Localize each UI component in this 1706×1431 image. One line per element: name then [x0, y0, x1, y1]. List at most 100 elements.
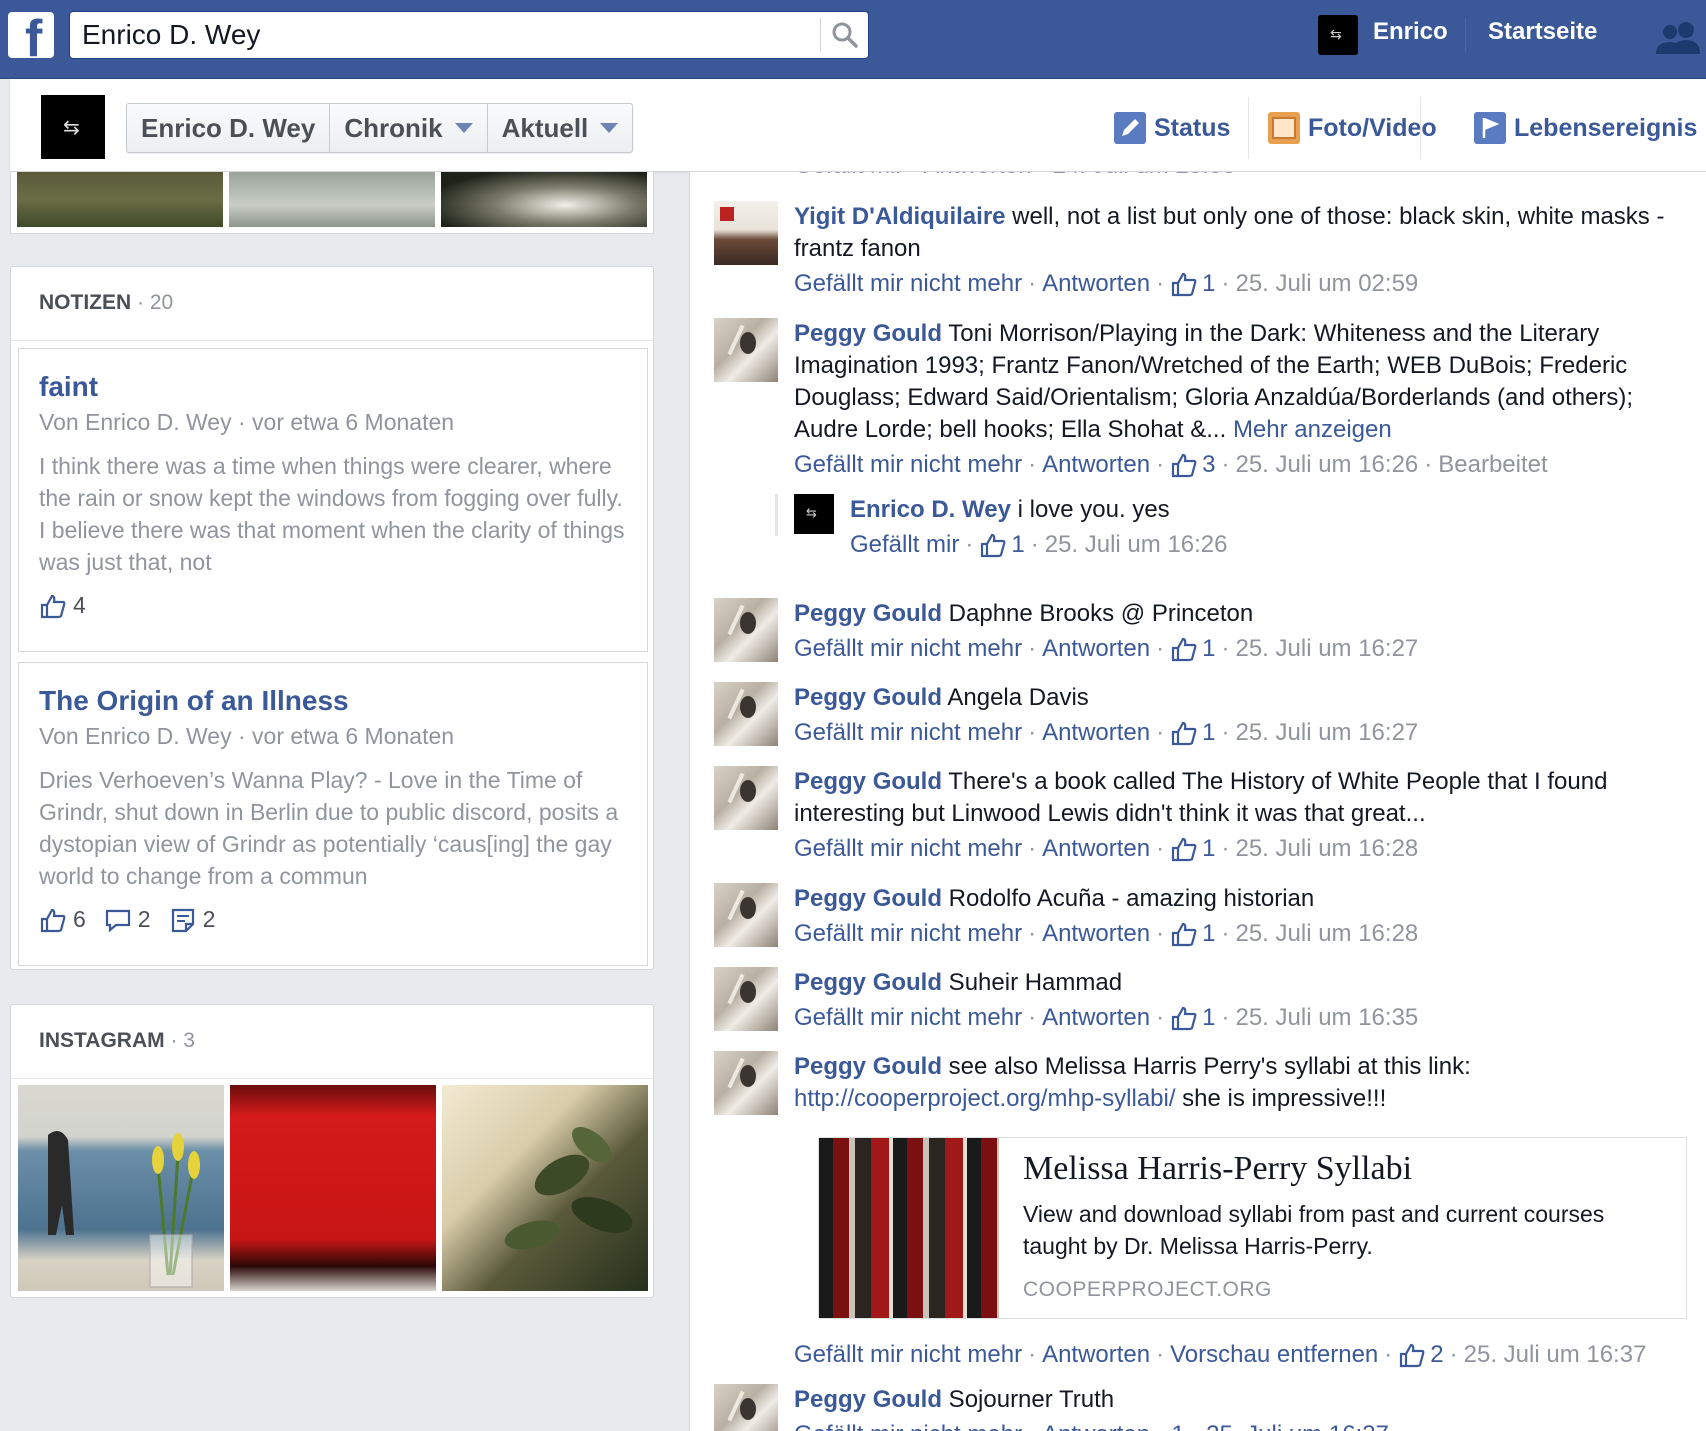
commenter-name[interactable]: Peggy Gould: [794, 600, 942, 627]
reply-link[interactable]: Antworten: [1042, 833, 1150, 865]
note-likes[interactable]: 6: [39, 906, 86, 933]
like-count[interactable]: 1: [1170, 918, 1215, 950]
unlike-link[interactable]: Gefällt mir nicht mehr: [794, 918, 1022, 950]
commenter-avatar[interactable]: [714, 766, 778, 830]
commenter-name[interactable]: Peggy Gould: [794, 969, 942, 996]
like-count[interactable]: 1: [1170, 833, 1215, 865]
crumb-profile-name[interactable]: Enrico D. Wey: [127, 104, 331, 152]
commenter-name[interactable]: Peggy Gould: [794, 768, 942, 795]
photo-thumb[interactable]: [17, 172, 223, 227]
note-excerpt: I think there was a time when things wer…: [39, 453, 625, 575]
composer-status-button[interactable]: Status: [1114, 103, 1230, 153]
commenter-avatar[interactable]: [714, 318, 778, 382]
commenter-name[interactable]: Peggy Gould: [794, 1386, 942, 1413]
comment-text: Peggy Gould Rodolfo Acuña - amazing hist…: [794, 885, 1315, 912]
top-navigation-bar: f Enrico Startseite: [0, 0, 1706, 79]
commenter-avatar[interactable]: [714, 682, 778, 746]
thumbs-up-icon: [1172, 1006, 1197, 1031]
note-shares[interactable]: 2: [169, 906, 215, 933]
see-more-link[interactable]: Mehr anzeigen: [1233, 416, 1392, 443]
user-avatar[interactable]: [1318, 15, 1358, 55]
nav-home-link[interactable]: Startseite: [1488, 18, 1597, 46]
instagram-photo[interactable]: [442, 1085, 648, 1291]
like-count[interactable]: 1: [1170, 268, 1215, 300]
reply-link[interactable]: Antworten: [1042, 918, 1150, 950]
instagram-photo[interactable]: [18, 1085, 224, 1291]
crumb-timeline-dropdown[interactable]: Chronik: [330, 104, 488, 152]
instagram-header[interactable]: INSTAGRAM · 3: [11, 1005, 653, 1079]
comment-timestamp[interactable]: 25. Juli um 16:26: [1045, 529, 1228, 561]
reply-link[interactable]: Antworten: [1042, 268, 1150, 300]
link-preview-title[interactable]: Melissa Harris-Perry Syllabi: [1023, 1150, 1412, 1188]
note-item[interactable]: faint Von Enrico D. Wey · vor etwa 6 Mon…: [18, 348, 648, 652]
profile-picture-thumb[interactable]: [41, 95, 105, 159]
commenter-name[interactable]: Peggy Gould: [794, 1053, 942, 1080]
comment-timestamp[interactable]: 25. Juli um 02:59: [1235, 268, 1418, 300]
reply-link[interactable]: Antworten: [1042, 1339, 1150, 1371]
like-count[interactable]: 1: [1170, 1002, 1215, 1034]
unlike-link[interactable]: Gefällt mir nicht mehr: [794, 833, 1022, 865]
notes-header[interactable]: NOTIZEN · 20: [11, 267, 653, 341]
nav-profile-link[interactable]: Enrico: [1373, 18, 1448, 46]
reply-link[interactable]: Antworten: [1042, 633, 1150, 665]
search-icon[interactable]: [830, 20, 862, 52]
composer-photo-button[interactable]: Foto/Video: [1268, 103, 1437, 153]
like-count[interactable]: 1: [1170, 717, 1215, 749]
unlike-link[interactable]: Gefällt mir nicht mehr: [794, 268, 1022, 300]
commenter-name[interactable]: Peggy Gould: [794, 320, 942, 347]
commenter-avatar[interactable]: [714, 967, 778, 1031]
like-link[interactable]: Gefällt mir: [850, 529, 959, 561]
commenter-name[interactable]: Yigit D'Aldiquilaire: [794, 203, 1006, 230]
unlike-link[interactable]: Gefällt mir nicht mehr: [794, 1002, 1022, 1034]
instagram-photo[interactable]: [230, 1085, 436, 1291]
photo-thumb[interactable]: [441, 172, 647, 227]
note-likes[interactable]: 4: [39, 592, 86, 619]
commenter-avatar[interactable]: [714, 598, 778, 662]
note-title[interactable]: The Origin of an Illness: [39, 685, 627, 717]
remove-preview-link[interactable]: Vorschau entfernen: [1170, 1339, 1378, 1371]
replier-avatar[interactable]: [794, 494, 834, 534]
unlike-link[interactable]: Gefällt mir nicht mehr: [794, 633, 1022, 665]
note-title[interactable]: faint: [39, 371, 627, 403]
commenter-name[interactable]: Peggy Gould: [794, 885, 942, 912]
search-input[interactable]: [82, 17, 822, 53]
commenter-name[interactable]: Peggy Gould: [794, 684, 942, 711]
comment-timestamp[interactable]: 25. Juli um 16:37: [1464, 1339, 1647, 1371]
replier-name[interactable]: Enrico D. Wey: [850, 496, 1011, 523]
comment-timestamp[interactable]: 25. Juli um 16:27: [1235, 633, 1418, 665]
unlike-link[interactable]: Gefällt mir nicht mehr: [794, 717, 1022, 749]
like-count[interactable]: 1: [979, 529, 1025, 561]
note-comments[interactable]: 2: [104, 906, 151, 933]
commenter-avatar[interactable]: [714, 201, 778, 265]
composer-life-event-button[interactable]: Lebensereignis: [1474, 103, 1697, 153]
link-preview-card[interactable]: Melissa Harris-Perry Syllabi View and do…: [818, 1137, 1687, 1319]
unlike-link[interactable]: Gefällt mir nicht mehr: [794, 449, 1022, 481]
reply-link[interactable]: Antworten: [1042, 717, 1150, 749]
comment-actions: Gefällt mir nicht mehr · Antworten · 1 · 25…: [794, 833, 1694, 865]
crumb-recent-dropdown[interactable]: Aktuell: [488, 104, 633, 152]
comment-timestamp[interactable]: 25. Juli um 16:28: [1235, 833, 1418, 865]
thumbs-up-icon: [1172, 837, 1197, 862]
note-item[interactable]: The Origin of an Illness Von Enrico D. W…: [18, 662, 648, 966]
notes-card: NOTIZEN · 20 faint Von Enrico D. Wey · v…: [10, 266, 654, 970]
like-count[interactable]: 1: [1170, 633, 1215, 665]
comment-timestamp[interactable]: 25. Juli um 16:26: [1235, 449, 1418, 481]
friend-requests-icon[interactable]: [1652, 20, 1706, 59]
commenter-avatar[interactable]: [714, 883, 778, 947]
edited-label[interactable]: Bearbeitet: [1438, 449, 1547, 481]
composer-divider: [1420, 97, 1421, 159]
reply-link[interactable]: Antworten: [1042, 449, 1150, 481]
external-link[interactable]: http://cooperproject.org/mhp-syllabi/: [794, 1085, 1176, 1112]
commenter-avatar[interactable]: [714, 1051, 778, 1115]
like-count[interactable]: 3: [1170, 449, 1215, 481]
like-count[interactable]: 2: [1398, 1339, 1444, 1371]
comment-timestamp[interactable]: 25. Juli um 16:35: [1235, 1002, 1418, 1034]
comment-timestamp[interactable]: 25. Juli um 16:27: [1235, 717, 1418, 749]
unlike-link[interactable]: Gefällt mir nicht mehr: [794, 1339, 1022, 1371]
reply-link[interactable]: Antworten: [1042, 1002, 1150, 1034]
flag-icon: [1474, 112, 1506, 144]
photo-thumb[interactable]: [229, 172, 435, 227]
commenter-avatar[interactable]: [714, 1384, 778, 1431]
facebook-logo-icon[interactable]: f: [8, 12, 54, 58]
comment-timestamp[interactable]: 25. Juli um 16:28: [1235, 918, 1418, 950]
